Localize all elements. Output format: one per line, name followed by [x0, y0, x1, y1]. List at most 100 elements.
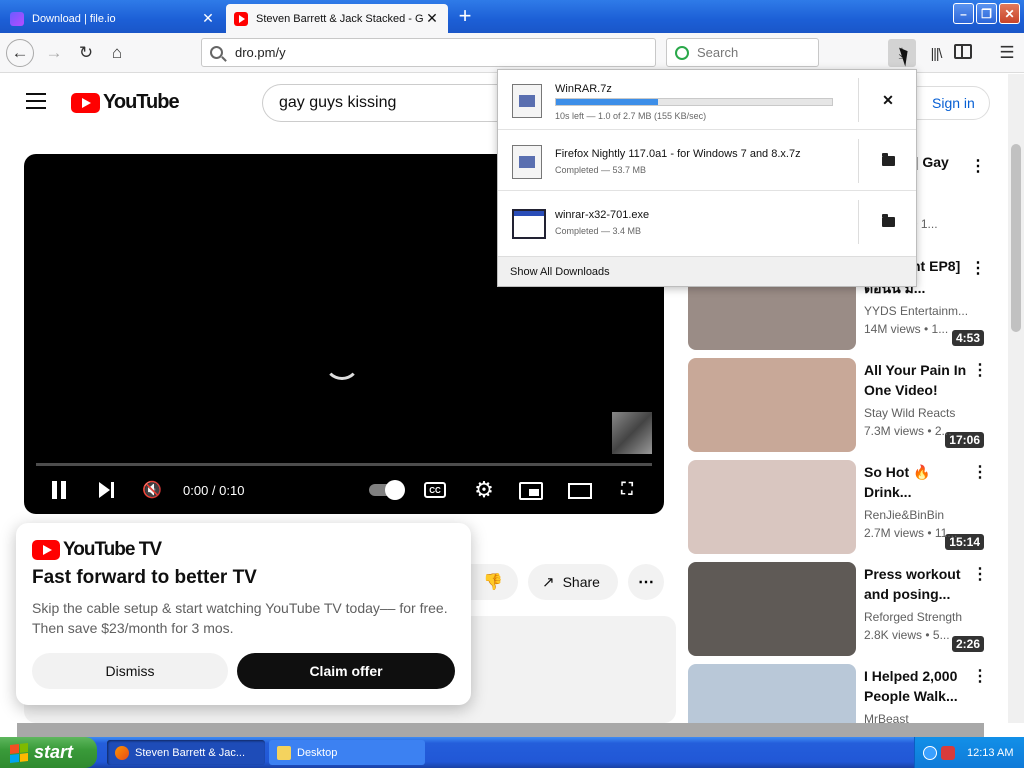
- kebab-menu-icon[interactable]: ⋮: [972, 666, 988, 686]
- exe-file-icon: [512, 209, 546, 239]
- divider: [858, 78, 859, 122]
- sidebar-video[interactable]: I Helped 2,000 People Walk... MrBeast ⋮: [688, 664, 988, 723]
- video-meta: 2.7M views • 11...: [864, 526, 958, 540]
- start-label: start: [34, 742, 74, 762]
- kebab-menu-icon[interactable]: ⋮: [970, 156, 986, 176]
- window-controls: – ❐ ✕: [953, 3, 1020, 24]
- miniplayer-button[interactable]: [519, 482, 543, 500]
- video-thumbnail[interactable]: [688, 460, 856, 554]
- theater-mode-button[interactable]: [568, 483, 592, 499]
- video-channel[interactable]: Stay Wild Reacts: [864, 406, 968, 420]
- sign-in-label: Sign in: [932, 95, 975, 111]
- cancel-download-button[interactable]: ✕: [868, 88, 908, 112]
- back-button[interactable]: ←: [6, 39, 34, 67]
- kebab-menu-icon[interactable]: ⋮: [972, 360, 988, 380]
- kebab-menu-icon[interactable]: ⋮: [972, 564, 988, 584]
- video-channel[interactable]: YYDS Entertainm...: [864, 304, 968, 318]
- taskbar-button-firefox[interactable]: Steven Barrett & Jac...: [107, 740, 265, 765]
- settings-gear-icon[interactable]: ⚙: [472, 476, 496, 504]
- video-title[interactable]: I Helped 2,000 People Walk...: [864, 666, 968, 706]
- hamburger-menu-icon[interactable]: [26, 93, 46, 109]
- download-item[interactable]: WinRAR.7z 10s left — 1.0 of 2.7 MB (155 …: [498, 70, 916, 130]
- pause-button[interactable]: [48, 476, 70, 504]
- sidebar-toggle-icon[interactable]: [954, 44, 972, 59]
- more-actions-button[interactable]: ⋯: [628, 564, 664, 600]
- tab-youtube[interactable]: Steven Barrett & Jack Stacked - Gay ✕: [226, 4, 448, 33]
- dislike-button[interactable]: 👎: [468, 564, 518, 600]
- video-thumbnail[interactable]: [688, 358, 856, 452]
- open-folder-button[interactable]: [868, 210, 908, 234]
- url-bar[interactable]: dro.pm/y: [201, 38, 656, 67]
- taskbar-button-desktop[interactable]: Desktop: [269, 740, 425, 765]
- youtube-search-input[interactable]: gay guys kissing: [262, 84, 502, 122]
- autoplay-toggle[interactable]: [368, 476, 405, 504]
- new-tab-button[interactable]: +: [452, 5, 478, 29]
- kebab-menu-icon[interactable]: ⋮: [972, 462, 988, 482]
- search-placeholder: Search: [697, 45, 739, 60]
- download-item[interactable]: Firefox Nightly 117.0a1 - for Windows 7 …: [498, 131, 916, 191]
- folder-icon: [881, 153, 895, 166]
- tab-file-io[interactable]: Download | file.io ✕: [2, 4, 224, 33]
- windows-taskbar: start Steven Barrett & Jac... Desktop 12…: [0, 737, 1024, 768]
- youtube-tv-promo: YouTube TV Fast forward to better TV Ski…: [16, 523, 471, 705]
- sidebar-video[interactable]: 15:14 So Hot 🔥Drink... RenJie&BinBin 2.7…: [688, 460, 988, 554]
- windows-flag-icon: [10, 742, 28, 763]
- dismiss-button[interactable]: Dismiss: [32, 653, 228, 689]
- progress-bar[interactable]: [36, 463, 652, 466]
- youtube-play-icon: [71, 92, 100, 113]
- video-channel[interactable]: RenJie&BinBin: [864, 508, 968, 522]
- folder-icon: [881, 214, 895, 227]
- show-all-downloads-button[interactable]: Show All Downloads: [498, 256, 916, 286]
- youtube-favicon-icon: [234, 11, 248, 26]
- sidebar-video[interactable]: 2:26 Press workout and posing... Reforge…: [688, 562, 988, 656]
- youtube-logo[interactable]: YouTube: [71, 91, 180, 114]
- video-title[interactable]: So Hot 🔥Drink...: [864, 462, 968, 502]
- browser-titlebar: Download | file.io ✕ Steven Barrett & Ja…: [0, 0, 1024, 33]
- download-item[interactable]: winrar-x32-701.exe Completed — 3.4 MB: [498, 192, 916, 252]
- download-status: Completed — 3.4 MB: [555, 226, 642, 236]
- network-icon[interactable]: [923, 745, 937, 760]
- mute-icon[interactable]: 🔇: [140, 476, 164, 504]
- download-status: 10s left — 1.0 of 2.7 MB (155 KB/sec): [555, 111, 707, 121]
- folder-icon: [277, 745, 291, 760]
- tab-close-icon[interactable]: ✕: [200, 10, 216, 27]
- reload-button[interactable]: ↻: [72, 39, 100, 67]
- youtube-play-icon: [32, 540, 60, 560]
- video-channel[interactable]: Reforged Strength: [864, 610, 968, 624]
- start-button[interactable]: start: [0, 737, 97, 768]
- restore-button[interactable]: ❐: [976, 3, 997, 24]
- scrollbar-thumb[interactable]: [1011, 144, 1021, 332]
- search-bar[interactable]: Search: [666, 38, 819, 67]
- minimize-button[interactable]: –: [953, 3, 974, 24]
- security-shield-icon[interactable]: [941, 745, 955, 760]
- video-title[interactable]: All Your Pain In One Video!: [864, 360, 968, 400]
- channel-watermark[interactable]: [612, 412, 652, 454]
- tab-close-icon[interactable]: ✕: [424, 10, 440, 27]
- clock[interactable]: 12:13 AM: [967, 747, 1013, 759]
- captions-button[interactable]: CC: [424, 482, 446, 498]
- video-thumbnail[interactable]: [688, 562, 856, 656]
- home-button[interactable]: ⌂: [103, 39, 131, 67]
- horizontal-scrollbar[interactable]: [17, 723, 984, 737]
- next-button[interactable]: [96, 476, 116, 504]
- show-all-downloads-label: Show All Downloads: [510, 265, 610, 278]
- library-icon[interactable]: |||\: [922, 39, 950, 67]
- claim-offer-button[interactable]: Claim offer: [237, 653, 455, 689]
- search-query: gay guys kissing: [279, 94, 397, 111]
- video-thumbnail[interactable]: [688, 664, 856, 723]
- download-progress-bar: [555, 98, 833, 106]
- youtube-tv-wordmark: YouTube TV: [63, 539, 162, 560]
- video-channel[interactable]: MrBeast: [864, 712, 968, 723]
- sidebar-video[interactable]: 17:06 All Your Pain In One Video! Stay W…: [688, 358, 988, 452]
- video-title[interactable]: Press workout and posing...: [864, 564, 968, 604]
- window-close-button[interactable]: ✕: [999, 3, 1020, 24]
- forward-button[interactable]: →: [40, 39, 68, 67]
- menu-icon[interactable]: ☰: [993, 39, 1021, 67]
- search-engine-icon: [675, 45, 689, 60]
- download-progress-fill: [556, 99, 659, 105]
- open-folder-button[interactable]: [868, 149, 908, 173]
- share-button[interactable]: ↗ Share: [528, 564, 618, 600]
- page-scrollbar[interactable]: [1008, 74, 1024, 723]
- fullscreen-button[interactable]: ⛶: [616, 476, 638, 504]
- download-filename: WinRAR.7z: [555, 83, 612, 95]
